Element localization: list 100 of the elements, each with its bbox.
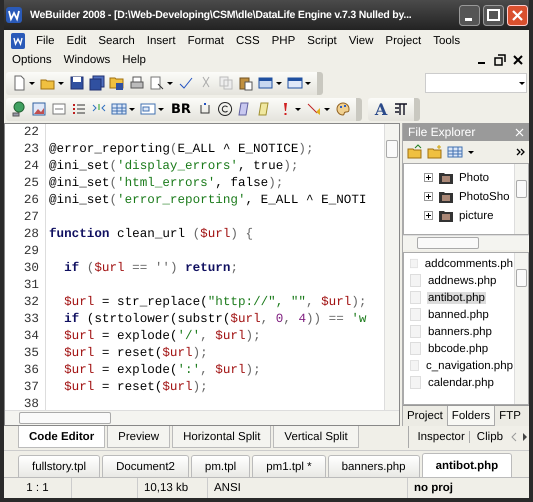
file-name[interactable]: bbcode.php	[427, 342, 490, 354]
view-tab[interactable]: Horizontal Split	[172, 426, 272, 448]
code-line: $url = explode(':', $url);	[63, 362, 261, 379]
table-icon[interactable]	[111, 101, 127, 117]
brush-icon[interactable]	[306, 101, 322, 117]
vertical-scrollbar[interactable]	[514, 253, 528, 404]
line-number: 32	[5, 294, 46, 311]
paragraph-icon[interactable]	[393, 101, 410, 117]
menu-item[interactable]: Edit	[60, 34, 92, 46]
new-folder-icon[interactable]	[427, 144, 443, 160]
status-text: ANSI	[208, 478, 408, 498]
file-name[interactable]: addnews.php	[427, 274, 498, 286]
copyright-icon[interactable]	[216, 101, 233, 117]
form-icon[interactable]	[140, 101, 156, 117]
view-tab[interactable]: Preview	[107, 426, 170, 448]
menu-item[interactable]: PHP	[266, 34, 302, 46]
expander-icon[interactable]	[424, 211, 433, 220]
file-icon	[410, 257, 418, 270]
menu-item[interactable]: Windows	[58, 54, 116, 66]
horizontal-scrollbar[interactable]	[403, 235, 529, 250]
document-tab[interactable]: pm1.tpl *	[252, 455, 326, 477]
line-number: 23	[5, 141, 46, 158]
code-line: $url = reset($url);	[63, 345, 208, 362]
menu-item[interactable]: Project	[379, 34, 428, 46]
file-name[interactable]: c_navigation.php	[425, 360, 514, 372]
print-icon[interactable]	[129, 75, 145, 91]
menu-item[interactable]: File	[30, 34, 61, 46]
menu-item[interactable]: CSS	[230, 34, 266, 46]
maximize-icon[interactable]	[483, 4, 504, 26]
palette-icon[interactable]	[334, 101, 351, 117]
close-icon[interactable]	[512, 54, 524, 66]
window-title: WeBuilder 2008 - [D:\Web-Developing\CSM\dle\DataLife Engine v.7.3 Nulled by...	[30, 9, 413, 21]
window-icon[interactable]	[258, 75, 274, 91]
folder-up-icon[interactable]	[407, 144, 423, 160]
line-number: 24	[5, 158, 46, 175]
code-line: @ini_set('error_reporting', E_ALL ^ E_NOTI	[49, 192, 366, 209]
paste-icon[interactable]	[238, 75, 254, 91]
menu-item[interactable]: Insert	[140, 34, 182, 46]
expander-icon[interactable]	[424, 173, 433, 182]
file-name[interactable]: banned.php	[427, 308, 490, 320]
panel-tab[interactable]: FTP	[495, 406, 525, 426]
font-button[interactable]: A	[372, 100, 390, 118]
file-name[interactable]: calendar.php	[427, 376, 495, 388]
document-tab[interactable]: antibot.php	[422, 453, 512, 477]
globe-link-icon[interactable]	[11, 101, 27, 117]
minimize-icon[interactable]	[459, 4, 480, 26]
expander-icon[interactable]	[424, 192, 433, 201]
save-all-icon[interactable]	[89, 75, 105, 91]
file-name[interactable]: banners.php	[427, 326, 493, 338]
status-text: no proj	[413, 481, 454, 496]
folder-icon	[438, 208, 454, 222]
file-name[interactable]: antibot.php	[427, 292, 486, 304]
menu-item[interactable]: Search	[92, 34, 141, 46]
line-break-button[interactable]: BR	[169, 102, 193, 116]
image-icon[interactable]	[31, 101, 47, 117]
tree-item[interactable]: PhotoSho	[404, 187, 514, 206]
menu-item[interactable]: Help	[116, 54, 152, 66]
horizontal-scrollbar[interactable]	[5, 410, 399, 425]
panel-tab[interactable]: Clipb	[472, 431, 507, 443]
line-number: 28	[5, 226, 46, 243]
scroll-right-icon[interactable]	[521, 432, 529, 442]
menu-item[interactable]: Tools	[427, 34, 466, 46]
menu-item[interactable]: Options	[6, 54, 58, 66]
panel-title: File Explorer	[408, 125, 476, 139]
document-tab[interactable]: pm.tpl	[190, 455, 250, 477]
file-name[interactable]: addcomments.ph	[424, 258, 514, 270]
menu-item[interactable]: Script	[301, 34, 343, 46]
code-line: @error_reporting(E_ALL ^ E_NOTICE);	[49, 141, 314, 158]
code-line: if (strtolower(substr($url, 0, 4)) == 'w	[63, 311, 366, 328]
panel-tab[interactable]: Folders	[446, 406, 496, 426]
panel-tab[interactable]: Project	[403, 406, 447, 426]
code-line: @ini_set('display_errors', true);	[49, 158, 298, 175]
vertical-scrollbar[interactable]	[514, 164, 528, 234]
restore-icon[interactable]	[494, 54, 506, 66]
vertical-scrollbar[interactable]	[384, 124, 399, 410]
line-number: 26	[5, 192, 46, 209]
list-icon[interactable]	[71, 101, 87, 117]
tree-item[interactable]: picture	[404, 206, 514, 225]
code-editor[interactable]	[4, 123, 400, 426]
preview-icon[interactable]	[149, 75, 165, 91]
panel-tab[interactable]: Inspector	[413, 431, 470, 443]
menu-item[interactable]: Format	[182, 34, 230, 46]
dropdown-field[interactable]	[425, 73, 527, 93]
code-line: @ini_set('html_errors', false);	[49, 175, 284, 192]
layout-icon[interactable]	[287, 75, 303, 91]
document-tab[interactable]: banners.php	[328, 455, 420, 477]
document-icon[interactable]	[9, 32, 27, 50]
menu-item[interactable]: View	[342, 34, 380, 46]
chevron-icon[interactable]	[516, 148, 525, 156]
line-number: 27	[5, 209, 46, 226]
document-tab[interactable]: Document2	[102, 455, 189, 477]
spellcheck-icon[interactable]	[178, 75, 194, 91]
view-tab[interactable]: Code Editor	[18, 426, 106, 448]
document-tab[interactable]: fullstory.tpl	[18, 455, 100, 477]
save-icon[interactable]	[69, 75, 85, 91]
view-grid-icon[interactable]	[447, 144, 463, 160]
tree-item[interactable]: Photo	[404, 168, 514, 187]
status-text: 10,13 kb	[138, 478, 208, 498]
view-tab[interactable]: Vertical Split	[273, 426, 359, 448]
file-icon	[410, 342, 421, 355]
